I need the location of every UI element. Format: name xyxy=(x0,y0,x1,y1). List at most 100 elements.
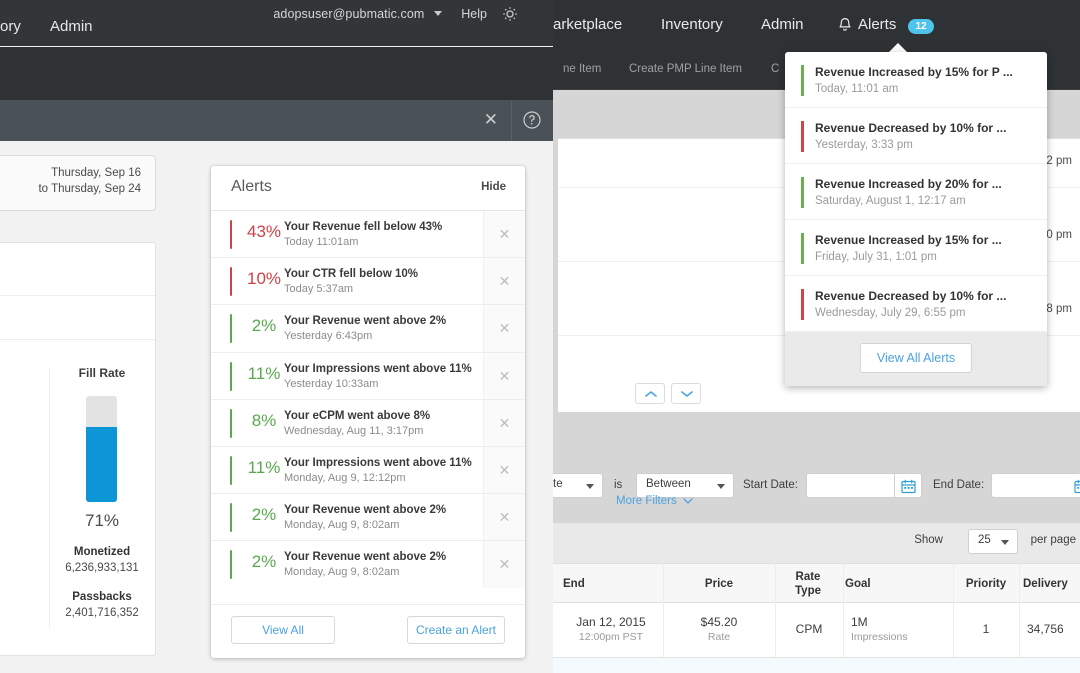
alert-row[interactable]: 2%Your Revenue went above 2%Monday, Aug … xyxy=(211,493,525,540)
chevron-down-icon xyxy=(1001,540,1009,545)
user-menu[interactable]: adopsuser@pubmatic.com xyxy=(273,7,442,21)
view-all-button[interactable]: View All xyxy=(231,616,335,644)
passbacks-value: 2,401,716,352 xyxy=(47,607,157,619)
alert-dropdown-item[interactable]: Revenue Increased by 15% for ...Friday, … xyxy=(785,220,1047,276)
left-nav-tab-0[interactable]: ory xyxy=(0,18,21,35)
scroll-down-button[interactable] xyxy=(671,383,701,404)
cell-end-value: Jan 12, 2015 xyxy=(576,615,645,629)
alert-percent: 43% xyxy=(240,222,288,242)
cell-end-sub: 12:00pm PST xyxy=(563,631,659,643)
nav-tab-marketplace[interactable]: arketplace xyxy=(553,16,622,33)
scroll-up-button[interactable] xyxy=(635,383,665,404)
gear-icon[interactable] xyxy=(500,4,520,24)
view-all-alerts-button[interactable]: View All Alerts xyxy=(860,343,972,373)
alert-dismiss-icon[interactable]: ✕ xyxy=(483,541,525,587)
right-top-nav: arketplace Inventory Admin Alerts 12 xyxy=(553,0,1080,52)
alert-row[interactable]: 10%Your CTR fell below 10%Today 5:37am✕ xyxy=(211,257,525,304)
nav-tab-inventory[interactable]: Inventory xyxy=(661,16,723,33)
alert-timestamp: Today 5:37am xyxy=(284,283,479,295)
alert-row[interactable]: 2%Your Revenue went above 2%Monday, Aug … xyxy=(211,540,525,587)
bell-icon[interactable] xyxy=(837,17,853,34)
alert-message: Your Impressions went above 11% xyxy=(284,363,479,375)
alert-row[interactable]: 11%Your Impressions went above 11%Monday… xyxy=(211,446,525,493)
alert-severity-bar xyxy=(230,220,232,249)
alert-timestamp: Yesterday, 3:33 pm xyxy=(815,139,1035,151)
page-size-select[interactable]: 25 xyxy=(968,529,1018,554)
per-page-label: per page xyxy=(1031,534,1076,546)
schedule-time-2: 8 pm xyxy=(1046,303,1072,315)
subnav-item-2[interactable]: C xyxy=(771,63,779,75)
alert-title: Revenue Increased by 15% for P ... xyxy=(815,65,1035,79)
alert-title: Revenue Increased by 15% for ... xyxy=(815,233,1035,247)
column-header-rate-type[interactable]: Rate Type xyxy=(775,570,841,598)
start-date-calendar-icon[interactable] xyxy=(895,473,922,498)
alert-timestamp: Monday, Aug 9, 12:12pm xyxy=(284,472,479,484)
alert-severity-bar xyxy=(801,177,804,208)
alert-dismiss-icon[interactable]: ✕ xyxy=(483,258,525,304)
fill-rate-title: Fill Rate xyxy=(57,366,147,380)
cell-price: $45.20 Rate xyxy=(663,615,775,643)
alert-dropdown-item[interactable]: Revenue Increased by 20% for ...Saturday… xyxy=(785,164,1047,220)
screen: adopsuser@pubmatic.com Help ory Admin ✕ xyxy=(0,0,1080,673)
left-sub-bar xyxy=(0,47,560,100)
alert-timestamp: Wednesday, Aug 11, 3:17pm xyxy=(284,425,479,437)
column-header-price[interactable]: Price xyxy=(663,578,775,590)
left-notice-bar: ✕ xyxy=(0,100,560,141)
alert-dropdown-item[interactable]: Revenue Decreased by 10% for ...Wednesda… xyxy=(785,276,1047,332)
alerts-dropdown-list: Revenue Increased by 15% for P ...Today,… xyxy=(785,52,1047,332)
subnav-item-0[interactable]: ne Item xyxy=(563,63,601,75)
date-range-card[interactable]: Thursday, Sep 16 to Thursday, Sep 24 xyxy=(0,155,156,211)
alerts-panel-list: 43%Your Revenue fell below 43%Today 11:0… xyxy=(211,210,525,604)
column-header-goal[interactable]: Goal xyxy=(845,578,905,590)
alert-dropdown-item[interactable]: Revenue Increased by 15% for P ...Today,… xyxy=(785,52,1047,108)
alert-row[interactable]: 2%Your Revenue went above 2%Yesterday 6:… xyxy=(211,304,525,351)
alert-title: Revenue Decreased by 10% for ... xyxy=(815,121,1035,135)
close-icon[interactable]: ✕ xyxy=(484,110,498,130)
table-header-row: End Price Rate Type Goal Priority Delive… xyxy=(553,563,1080,603)
page-size-value: 25 xyxy=(978,534,991,546)
end-date-input[interactable] xyxy=(991,473,1080,498)
filter-field-select[interactable]: te xyxy=(553,473,603,498)
alert-timestamp: Wednesday, July 29, 6:55 pm xyxy=(815,307,1035,319)
column-header-delivery[interactable]: Delivery xyxy=(1023,578,1080,590)
alert-dismiss-icon[interactable]: ✕ xyxy=(483,400,525,446)
divider xyxy=(0,295,155,296)
start-date-input[interactable] xyxy=(806,473,895,498)
alert-dropdown-item[interactable]: Revenue Decreased by 10% for ... Yesterda… xyxy=(785,108,1047,164)
question-circle-icon[interactable] xyxy=(522,110,542,130)
divider xyxy=(511,100,512,141)
alert-dismiss-icon[interactable]: ✕ xyxy=(483,494,525,540)
nav-tab-alerts[interactable]: Alerts xyxy=(858,16,896,33)
alert-message: Your Impressions went above 11% xyxy=(284,457,479,469)
alerts-panel: Alerts Hide 43%Your Revenue fell below 4… xyxy=(211,166,525,658)
column-header-priority[interactable]: Priority xyxy=(953,578,1019,590)
alert-percent: 2% xyxy=(240,316,288,336)
alert-dismiss-icon[interactable]: ✕ xyxy=(483,447,525,493)
alert-dismiss-icon[interactable]: ✕ xyxy=(483,305,525,351)
alert-dismiss-icon[interactable]: ✕ xyxy=(483,211,525,257)
more-filters-toggle[interactable]: More Filters xyxy=(616,495,693,507)
table-row-next[interactable] xyxy=(553,658,1080,673)
nav-tab-admin[interactable]: Admin xyxy=(761,16,804,33)
alerts-panel-hide-link[interactable]: Hide xyxy=(481,181,506,193)
cell-rate-type: CPM xyxy=(775,622,843,636)
alert-row[interactable]: 43%Your Revenue fell below 43%Today 11:0… xyxy=(211,210,525,257)
alerts-panel-footer: View All Create an Alert xyxy=(211,604,525,658)
alert-severity-bar xyxy=(230,503,232,532)
alert-severity-bar xyxy=(801,233,804,264)
alert-severity-bar xyxy=(230,409,232,438)
left-top-bar: adopsuser@pubmatic.com Help ory Admin xyxy=(0,0,560,46)
alert-row[interactable]: 11%Your Impressions went above 11%Yester… xyxy=(211,352,525,399)
column-header-end[interactable]: End xyxy=(563,578,623,590)
alert-severity-bar xyxy=(801,289,804,320)
end-date-calendar-icon[interactable] xyxy=(1070,473,1080,498)
left-nav-tab-admin[interactable]: Admin xyxy=(50,18,93,35)
subnav-item-create-pmp-line-item[interactable]: Create PMP Line Item xyxy=(629,63,742,75)
alert-percent: 2% xyxy=(240,552,288,572)
table-row[interactable]: Jan 12, 2015 12:00pm PST $45.20 Rate CPM… xyxy=(553,603,1080,657)
help-link[interactable]: Help xyxy=(461,7,487,21)
alert-timestamp: Today 11:01am xyxy=(284,236,479,248)
create-an-alert-button[interactable]: Create an Alert xyxy=(407,616,505,644)
alert-row[interactable]: 8%Your eCPM went above 8%Wednesday, Aug … xyxy=(211,399,525,446)
alert-dismiss-icon[interactable]: ✕ xyxy=(483,353,525,399)
